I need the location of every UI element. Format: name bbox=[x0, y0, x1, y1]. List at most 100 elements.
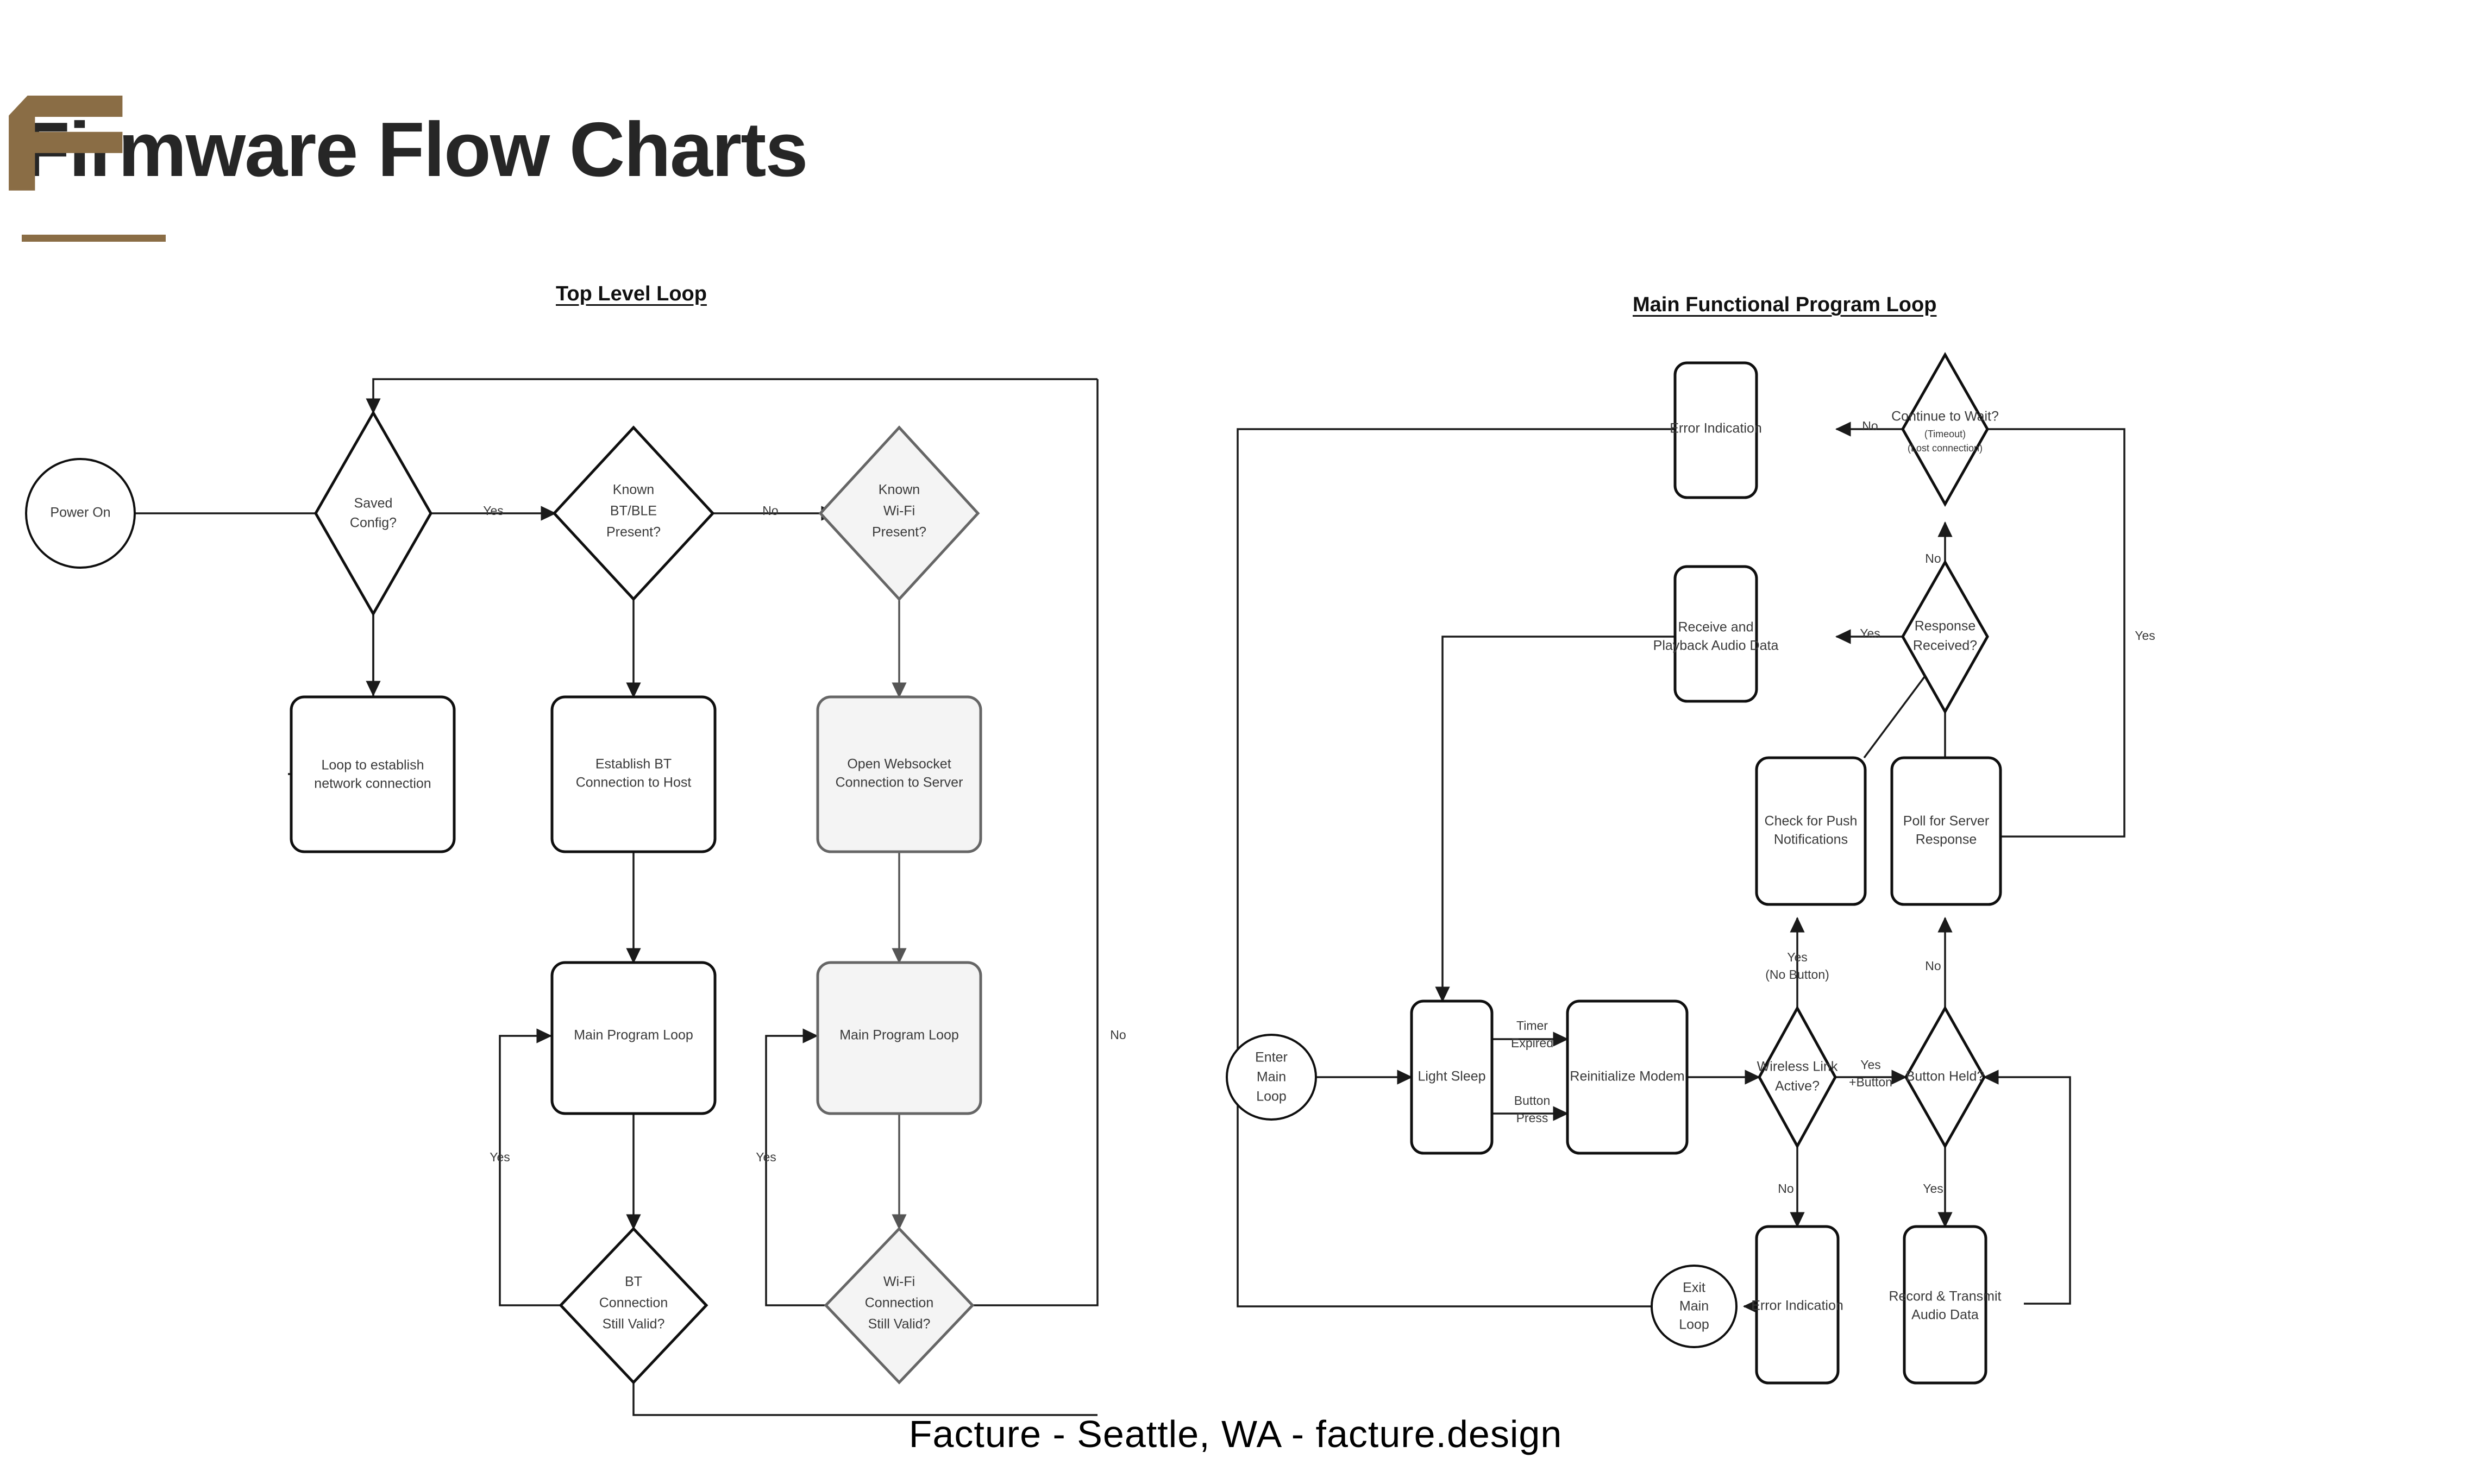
node-label-open-ws-1: Open Websocket bbox=[847, 757, 951, 772]
edge-label-saved-to-btble: Yes bbox=[483, 504, 504, 518]
node-label-btble-3: Present? bbox=[606, 525, 661, 540]
node-label-checkpush-2: Notifications bbox=[1774, 832, 1848, 847]
node-label-response-2: Received? bbox=[1913, 638, 1977, 653]
node-poll-for-server-response[interactable]: Poll for Server Response bbox=[1890, 756, 2002, 906]
slide-footer: Facture - Seattle, WA - facture.design bbox=[908, 1413, 1563, 1455]
node-label-button-held: Button Held? bbox=[1906, 1069, 1985, 1084]
node-receive-playback-audio-data[interactable]: Receive and Playback Audio Data bbox=[1653, 565, 1779, 703]
node-main-program-loop-bt[interactable]: Main Program Loop bbox=[550, 961, 717, 1115]
edge-label-buttonpress-1: Button bbox=[1514, 1093, 1551, 1108]
edge-errortop-to-exitmainloop bbox=[1237, 428, 1757, 1314]
node-label-poll-1: Poll for Server bbox=[1903, 814, 1989, 829]
node-power-on[interactable]: Power On bbox=[25, 458, 136, 569]
node-label-response-1: Response bbox=[1915, 619, 1976, 634]
node-label-playback-1: Receive and bbox=[1678, 620, 1754, 635]
node-label-btvalid-3: Still Valid? bbox=[603, 1317, 665, 1332]
node-label-enter-2: Main bbox=[1257, 1070, 1286, 1085]
flowchart-main-functional-program-loop: Timer Expired Button Press Yes +Button N… bbox=[1226, 351, 2155, 1385]
node-wifi-connection-still-valid[interactable]: Wi-Fi Connection Still Valid? bbox=[824, 1227, 975, 1385]
edge-label-response-no: No bbox=[1925, 551, 1941, 565]
node-saved-config[interactable]: Saved Config? bbox=[314, 410, 432, 617]
node-check-for-push-notifications[interactable]: Check for Push Notifications bbox=[1755, 756, 1867, 906]
node-exit-main-loop[interactable]: Exit Main Loop bbox=[1651, 1265, 1738, 1348]
edge-continuewait-yes-to-poll bbox=[1983, 428, 2125, 844]
node-main-program-loop-wifi[interactable]: Main Program Loop bbox=[816, 961, 982, 1115]
node-label-wireless-2: Active? bbox=[1775, 1079, 1820, 1094]
node-label-loop-network-1: Loop to establish bbox=[321, 758, 424, 773]
node-label-btble-1: Known bbox=[613, 482, 654, 498]
node-label-continuewait-sub2: (Lost connection) bbox=[1908, 443, 1983, 454]
node-label-saved-config-2: Config? bbox=[350, 515, 397, 531]
node-continue-to-wait[interactable]: Continue to Wait? (Timeout) (Lost connec… bbox=[1891, 351, 1999, 507]
node-label-checkpush-1: Check for Push bbox=[1765, 814, 1858, 829]
edge-label-buttonpress-2: Press bbox=[1516, 1111, 1548, 1125]
edge-topbus-to-savedconfig bbox=[366, 378, 1097, 414]
node-label-enter-1: Enter bbox=[1255, 1050, 1288, 1065]
node-label-wifi-3: Present? bbox=[872, 525, 926, 540]
node-label-light-sleep: Light Sleep bbox=[1418, 1069, 1485, 1084]
node-label-establish-bt-1: Establish BT bbox=[595, 757, 672, 772]
node-light-sleep[interactable]: Light Sleep bbox=[1410, 999, 1494, 1155]
edge-label-wait-no: No bbox=[1862, 419, 1878, 433]
node-error-indication-bottom[interactable]: Error Indication bbox=[1751, 1225, 1843, 1385]
flowchart-top-level-loop: Yes No Yes Yes No Power On Saved Config?… bbox=[25, 378, 1126, 1416]
node-label-open-ws-2: Connection to Server bbox=[836, 775, 963, 790]
node-record-transmit-audio-data[interactable]: Record & Transmit Audio Data bbox=[1889, 1225, 2002, 1385]
edge-label-buttonheld-yes: Yes bbox=[1923, 1181, 1943, 1196]
node-label-wifivalid-3: Still Valid? bbox=[868, 1317, 931, 1332]
node-label-loop-network-2: network connection bbox=[314, 776, 431, 791]
node-label-continuewait: Continue to Wait? bbox=[1891, 409, 1999, 424]
edge-label-wireless-yes-2: +Button bbox=[1849, 1075, 1892, 1089]
node-label-exit-2: Main bbox=[1679, 1299, 1709, 1314]
edge-label-btble-to-wifi: No bbox=[762, 504, 778, 518]
edge-label-wifivalid-no: No bbox=[1110, 1028, 1126, 1042]
node-establish-bt-connection[interactable]: Establish BT Connection to Host bbox=[550, 695, 717, 853]
edge-label-response-yes: Yes bbox=[1860, 626, 1880, 640]
edge-label-push-yes-1: Yes bbox=[1787, 950, 1808, 964]
node-open-websocket-connection[interactable]: Open Websocket Connection to Server bbox=[816, 695, 982, 853]
node-known-wifi-present[interactable]: Known Wi-Fi Present? bbox=[818, 425, 980, 601]
node-loop-network-connection[interactable]: Loop to establish network connection bbox=[290, 695, 456, 853]
node-label-main-loop-bt: Main Program Loop bbox=[574, 1028, 693, 1043]
node-label-wifi-2: Wi-Fi bbox=[883, 504, 915, 519]
slide-canvas: Firmware Flow Charts Top Level Loop Main… bbox=[0, 0, 2471, 1484]
node-label-wifi-1: Known bbox=[879, 482, 920, 498]
node-label-exit-1: Exit bbox=[1683, 1280, 1705, 1296]
node-button-held[interactable]: Button Held? bbox=[1904, 1005, 1986, 1149]
node-label-btble-2: BT/BLE bbox=[610, 504, 657, 519]
node-label-continuewait-sub1: (Timeout) bbox=[1924, 429, 1966, 439]
edge-btvalid-to-bottombus bbox=[632, 1382, 1097, 1416]
node-wireless-link-active[interactable]: Wireless Link Active? bbox=[1757, 1005, 1838, 1149]
edge-wifivalid-no-to-topbus bbox=[973, 379, 1099, 1306]
node-label-poll-2: Response bbox=[1916, 832, 1977, 847]
edge-label-btvalid-yes: Yes bbox=[490, 1150, 510, 1164]
node-label-btvalid-2: Connection bbox=[599, 1296, 668, 1311]
edge-label-timer-1: Timer bbox=[1516, 1018, 1548, 1033]
node-bt-connection-still-valid[interactable]: BT Connection Still Valid? bbox=[559, 1227, 708, 1385]
node-label-error-top: Error Indication bbox=[1670, 421, 1762, 436]
node-label-saved-config-1: Saved bbox=[354, 496, 393, 511]
edge-label-wireless-yes-1: Yes bbox=[1860, 1058, 1881, 1072]
node-label-main-loop-wifi: Main Program Loop bbox=[839, 1028, 959, 1043]
node-label-error-bottom: Error Indication bbox=[1751, 1298, 1843, 1313]
edge-record-back-to-buttonheld bbox=[1983, 1070, 2071, 1305]
node-label-establish-bt-2: Connection to Host bbox=[576, 775, 692, 790]
node-enter-main-loop[interactable]: Enter Main Loop bbox=[1226, 1034, 1317, 1121]
edge-label-buttonheld-no: No bbox=[1925, 959, 1941, 973]
edge-label-wireless-no: No bbox=[1778, 1181, 1793, 1196]
node-reinitialize-modem[interactable]: Reinitialize Modem bbox=[1566, 999, 1689, 1155]
node-label-wireless-1: Wireless Link bbox=[1757, 1059, 1838, 1074]
node-label-wifivalid-2: Connection bbox=[865, 1296, 933, 1311]
edge-label-wifivalid-yes: Yes bbox=[756, 1150, 776, 1164]
node-label-power-on: Power On bbox=[50, 505, 110, 520]
node-error-indication-top[interactable]: Error Indication bbox=[1670, 361, 1762, 499]
node-label-exit-3: Loop bbox=[1679, 1317, 1709, 1332]
node-label-wifivalid-1: Wi-Fi bbox=[883, 1274, 915, 1290]
node-label-btvalid-1: BT bbox=[625, 1274, 642, 1290]
edge-label-timer-2: Expired bbox=[1511, 1036, 1553, 1050]
node-label-reinit-modem: Reinitialize Modem bbox=[1570, 1069, 1684, 1084]
node-label-record-1: Record & Transmit bbox=[1889, 1289, 2001, 1304]
edge-label-push-yes-2: (No Button) bbox=[1765, 967, 1829, 982]
node-known-btble-present[interactable]: Known BT/BLE Present? bbox=[552, 425, 715, 601]
node-label-record-2: Audio Data bbox=[1911, 1307, 1979, 1323]
